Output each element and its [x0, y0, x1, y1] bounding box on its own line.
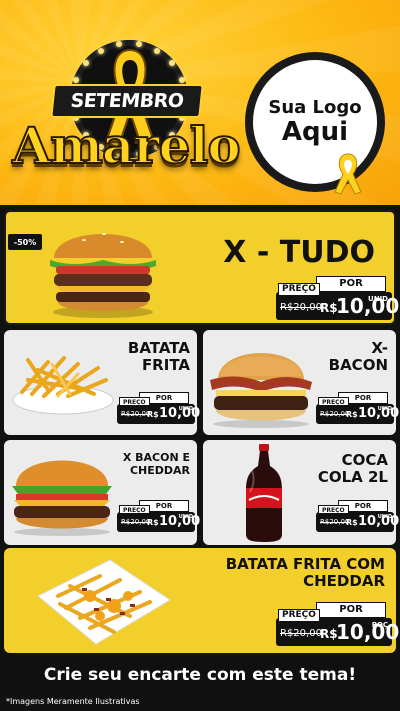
- product-name-line2: COLA 2L: [317, 468, 388, 487]
- discount-badge: -50%: [8, 234, 42, 250]
- small-ribbon-icon: [334, 153, 362, 195]
- price-tag: POR PREÇO R$20,00 R$ 10,00 UNID: [117, 500, 200, 532]
- price-unit: UNID: [368, 295, 388, 303]
- campaign-month: SETEMBRO: [69, 90, 185, 112]
- cheese-fries-icon: [37, 559, 171, 645]
- price-currency: R$: [320, 301, 338, 315]
- product-name-line1: BATATA FRITA COM: [225, 555, 385, 573]
- old-price: R$20,00: [121, 518, 151, 526]
- product-name-line1: X-: [371, 339, 388, 357]
- price-por-label: POR: [316, 276, 386, 292]
- price-tag: POR PREÇO R$20,00 R$ 10,00 UNID: [276, 276, 399, 320]
- product-name-line1: COCA: [341, 451, 388, 469]
- campaign-month-banner: SETEMBRO: [50, 84, 204, 118]
- campaign-title: Amarelo: [11, 115, 242, 176]
- product-name-line2: CHEDDAR: [303, 572, 385, 591]
- price-preco-label: PREÇO: [318, 505, 349, 514]
- old-price: R$20,00: [121, 410, 151, 418]
- product-name: X BACON E CHEDDAR: [100, 451, 190, 477]
- product-name-line2: BACON: [328, 356, 388, 375]
- old-price: R$20,00: [280, 628, 322, 639]
- price-unit: UNID: [178, 406, 193, 412]
- price-preco-label: PREÇO: [278, 609, 320, 622]
- price-body: PREÇO R$20,00 R$ 10,00 UNID: [117, 397, 200, 424]
- old-price: R$20,00: [320, 410, 350, 418]
- product-name: COCA COLA 2L: [300, 451, 388, 487]
- price-currency: R$: [147, 410, 159, 419]
- price-tag: POR PREÇO R$20,00 R$ 10,00 UNID: [316, 392, 399, 424]
- soda-bottle-icon: [246, 444, 282, 542]
- product-name: BATATA FRITA COM CHEDDAR: [180, 555, 385, 591]
- price-unit: UNID: [377, 514, 392, 520]
- price-tag: POR PREÇO R$20,00 R$ 10,00 UNID: [117, 392, 200, 424]
- price-currency: R$: [147, 518, 159, 527]
- price-body: PREÇO R$20,00 R$ 10,00 UNID: [316, 397, 399, 424]
- product-name-line2: CHEDDAR: [129, 463, 190, 477]
- hero-banner: SETEMBRO Amarelo Sua Logo Aqui: [0, 0, 400, 205]
- price-body: PREÇO R$20,00 R$ 10,00 UNID: [117, 505, 200, 532]
- old-price: R$20,00: [280, 302, 322, 313]
- price-body: PREÇO R$20,00 R$ 10,00 POÇ: [276, 609, 399, 646]
- price-unit: UNID: [178, 514, 193, 520]
- price-currency: R$: [320, 627, 338, 641]
- price-body: PREÇO R$20,00 R$ 10,00 UNID: [316, 505, 399, 532]
- product-name: X - TUDO: [223, 235, 375, 270]
- price-value: 10,00: [336, 620, 400, 644]
- product-name-line1: X BACON E: [122, 451, 190, 464]
- price-tag: POR PREÇO R$20,00 R$ 10,00 POÇ: [276, 602, 399, 646]
- price-preco-label: PREÇO: [119, 505, 150, 514]
- product-name-line2: FRITA: [141, 356, 190, 375]
- burger-icon: [50, 233, 156, 318]
- logo-text-line2: Aqui: [281, 116, 349, 147]
- cta-text: Crie seu encarte com este tema!: [43, 665, 357, 685]
- price-preco-label: PREÇO: [318, 397, 349, 406]
- product-name: BATATA FRITA: [100, 339, 190, 375]
- old-price: R$20,00: [320, 518, 350, 526]
- disclaimer-text: *Imagens Meramente Ilustrativas: [6, 697, 140, 706]
- price-unit: UNID: [377, 406, 392, 412]
- product-name-line1: BATATA: [127, 339, 190, 357]
- logo-placeholder[interactable]: Sua Logo Aqui: [245, 52, 385, 195]
- price-tag: POR PREÇO R$20,00 R$ 10,00 UNID: [316, 500, 399, 532]
- campaign-emblem: SETEMBRO Amarelo: [11, 40, 242, 200]
- emblem-light-dot: [168, 60, 175, 66]
- price-por-label: POR: [316, 602, 386, 618]
- price-preco-label: PREÇO: [119, 397, 150, 406]
- price-currency: R$: [346, 518, 358, 527]
- price-currency: R$: [346, 410, 358, 419]
- price-unit: POÇ: [371, 621, 388, 629]
- product-name: X- BACON: [300, 339, 388, 375]
- cta-banner[interactable]: Crie seu encarte com este tema!: [5, 656, 395, 694]
- logo-text-line1: Sua Logo: [268, 96, 362, 118]
- price-body: PREÇO R$20,00 R$ 10,00 UNID: [276, 283, 399, 320]
- price-preco-label: PREÇO: [278, 283, 320, 296]
- emblem-light-dot: [178, 76, 185, 83]
